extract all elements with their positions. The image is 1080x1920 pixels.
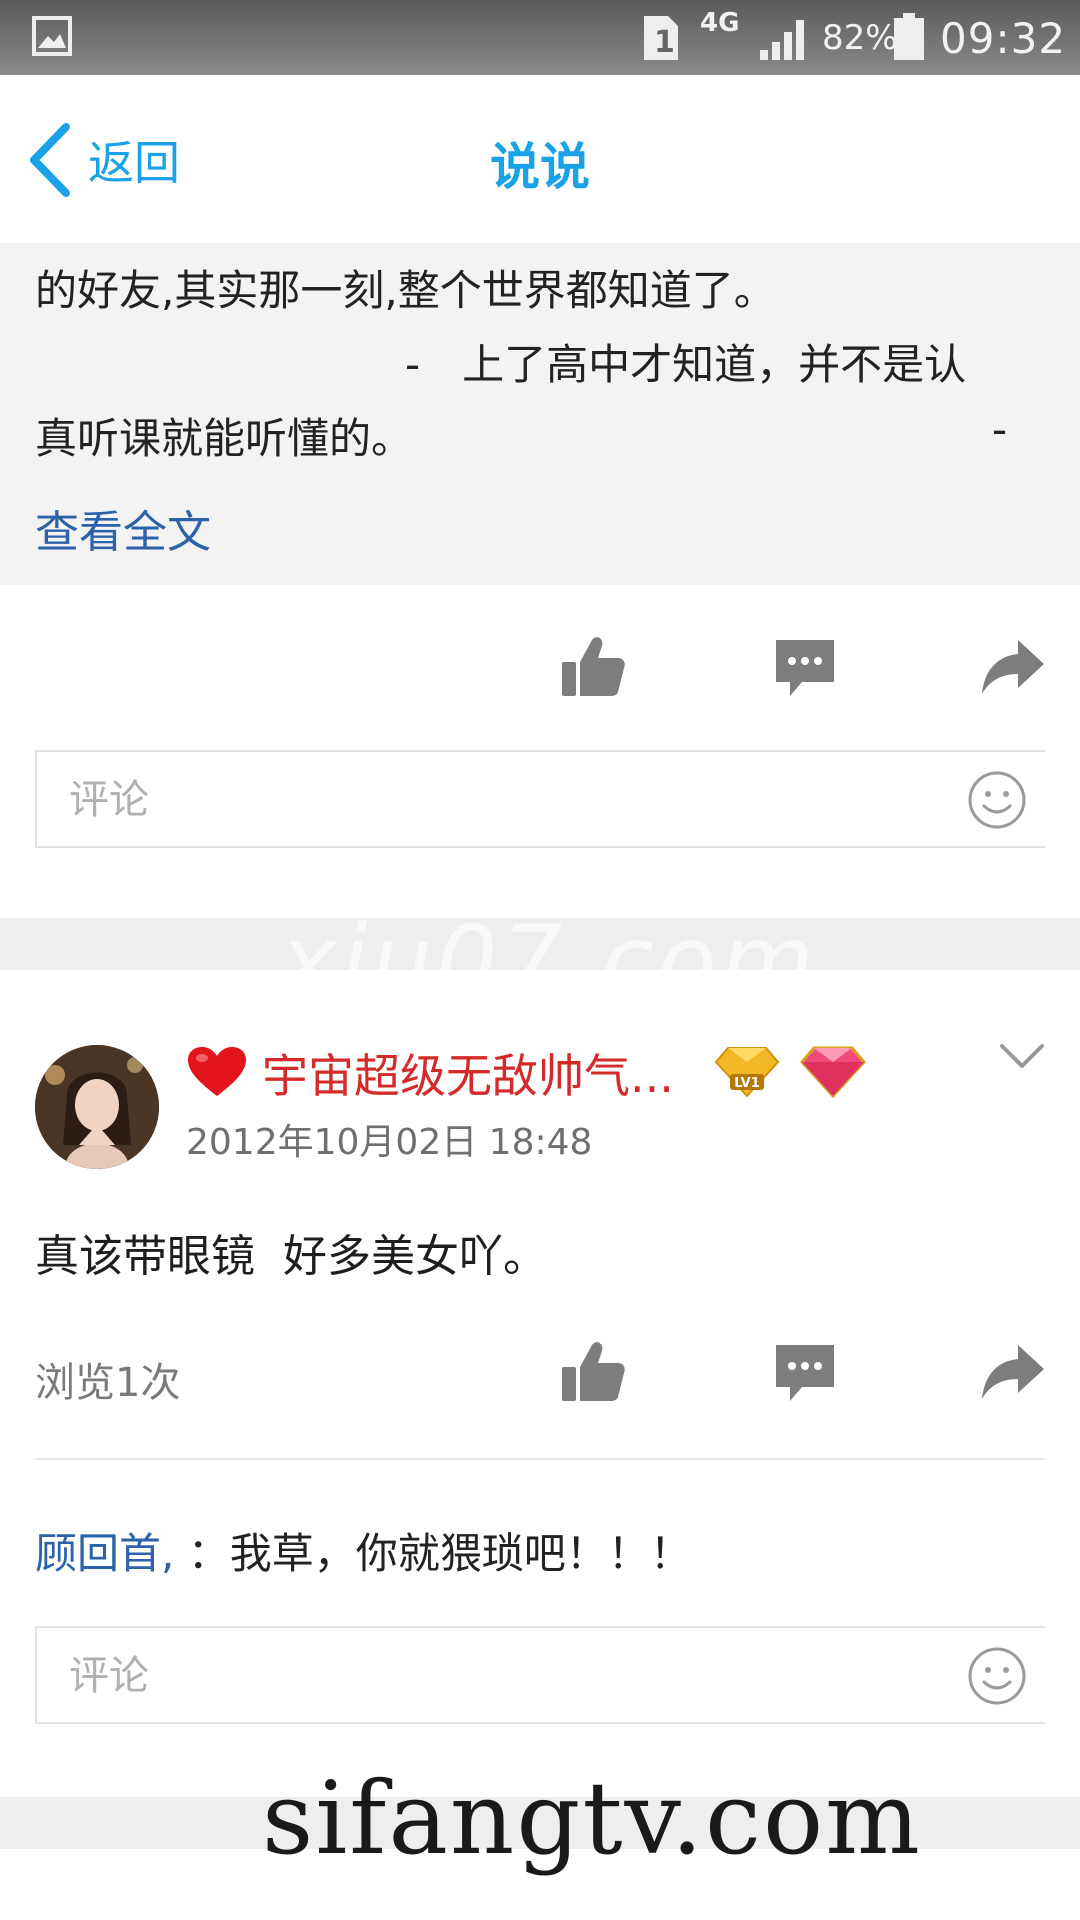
reply-text: ：我草，你就猥琐吧！！！ [174,1529,692,1578]
sim-slot-number: 1 [654,25,675,60]
page-title: 说说 [490,138,590,196]
signal-icon [760,20,804,60]
post-content-box: 的好友,其实那一刻,整个世界都知道了。 - 上了高中才知道，并不是认 真听课就能… [0,243,1080,585]
battery-icon [894,13,924,60]
status-bar: 1 4G 82% 09:32 [0,0,1080,75]
comment-field[interactable] [35,1626,1045,1724]
thumbs-up-icon [562,637,625,696]
view-count: 浏览1次 [35,1360,181,1406]
like-button[interactable] [558,632,628,702]
diamond-level-badge-icon[interactable]: LV1 [714,1044,780,1098]
avatar[interactable] [35,1045,159,1169]
thumbs-up-icon [562,1342,625,1401]
pink-gem-badge-icon[interactable] [800,1044,866,1098]
divider [35,1458,1045,1460]
like-button[interactable] [558,1337,628,1407]
username[interactable]: 宇宙超级无敌帅气... [262,1040,674,1106]
emoji-smile-icon[interactable] [967,1646,1027,1706]
chevron-down-icon[interactable] [998,1040,1046,1072]
faint-watermark: xiu07.com [280,905,819,1017]
reply-author-link[interactable]: 顾回首, [35,1529,174,1578]
bottom-watermark: sifangtv.com [262,1760,922,1877]
post-action-bar: 浏览1次 [0,1325,1080,1425]
comment-input[interactable] [37,1628,971,1724]
comment-bubble-icon [776,1345,834,1401]
share-button[interactable] [978,632,1048,702]
clock: 09:32 [940,14,1067,63]
post-text-line: 真听课就能听懂的。 [35,414,414,463]
comment-input[interactable] [37,752,971,848]
post-text-line: - 上了高中才知道，并不是认 [405,340,967,389]
navigation-bar: 返回 说说 [0,75,1080,243]
sim-icon: 1 [644,16,678,60]
share-arrow-icon [982,640,1044,694]
post-text-line: 的好友,其实那一刻,整个世界都知道了。 [35,266,776,315]
avatar-photo [35,1045,159,1169]
badge-level-text: LV1 [734,1076,760,1091]
network-type: 4G [700,8,740,38]
heart-icon [188,1047,246,1096]
gallery-icon [32,16,72,56]
see-full-text-link[interactable]: 查看全文 [35,496,211,560]
post-text-line: - [992,405,1008,454]
emoji-smile-icon[interactable] [967,770,1027,830]
comment-button[interactable] [770,1337,840,1407]
comment-field[interactable] [35,750,1045,848]
post-body: 真该带眼镜 好多美女吖。 [35,1231,547,1282]
share-arrow-icon [982,1345,1044,1399]
reply-comment: 顾回首, ：我草，你就猥琐吧！！！ [35,1520,692,1581]
share-button[interactable] [978,1337,1048,1407]
comment-button[interactable] [770,632,840,702]
post-action-bar [0,620,1080,720]
post-timestamp: 2012年10月02日 18:48 [186,1122,593,1163]
comment-bubble-icon [776,640,834,696]
battery-percentage: 82% [822,18,898,58]
